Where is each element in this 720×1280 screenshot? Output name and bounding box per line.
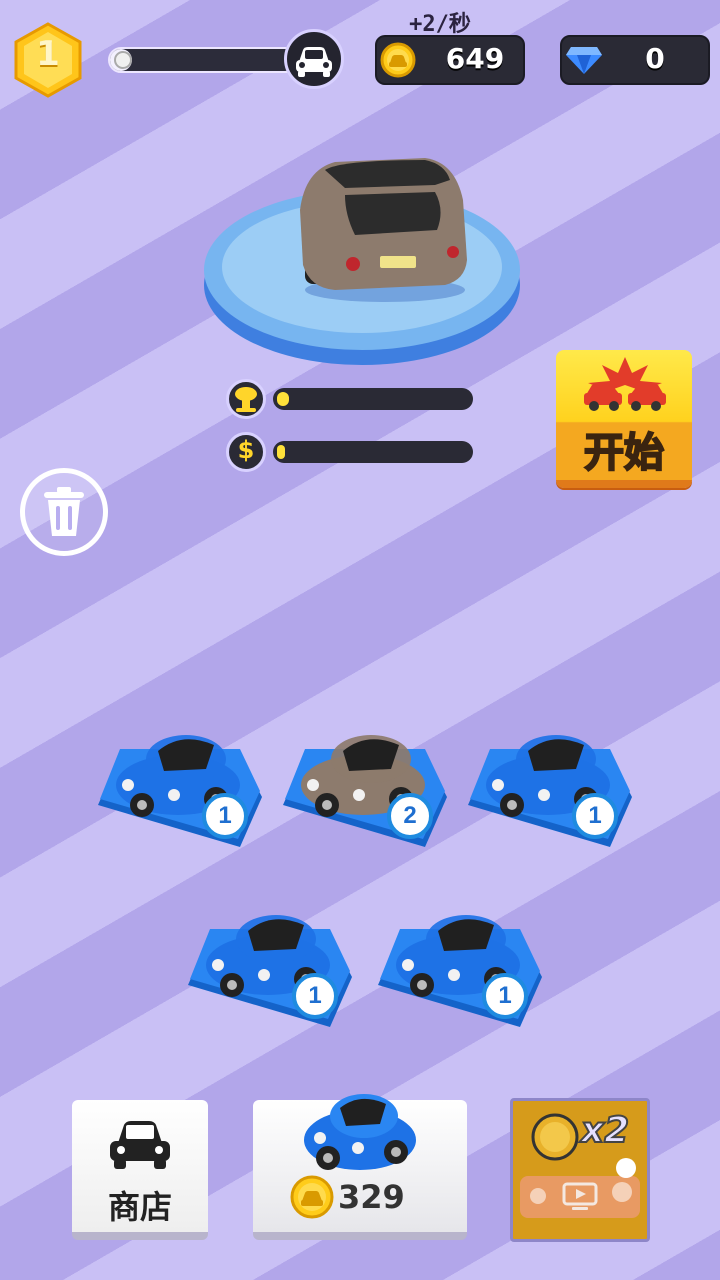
power-stat-icon: [226, 379, 266, 419]
coin-count: 649: [445, 42, 505, 75]
power-bar-fill: [277, 392, 289, 406]
shop-label: 商店: [107, 1188, 172, 1226]
car-level-badge: 1: [292, 973, 338, 1019]
coin-icon: [290, 1175, 334, 1219]
boost-label: x2: [580, 1109, 630, 1152]
video-ad-icon: [562, 1182, 598, 1210]
progress-coin-icon: [114, 51, 132, 69]
garage-slot[interactable]: [370, 895, 550, 1035]
garage-slot[interactable]: [180, 895, 360, 1035]
income-bar-fill: [277, 445, 285, 459]
sparkle-bubble: [616, 1158, 636, 1178]
car-level-badge: 1: [202, 793, 248, 839]
next-car-badge: [284, 29, 344, 89]
income-bar: [273, 441, 473, 463]
level-progress-bar: [108, 47, 298, 73]
income-rate-label: +2/秒: [409, 12, 471, 37]
car-level-badge: 1: [482, 973, 528, 1019]
coin-icon: [380, 42, 416, 78]
car-icon: [296, 47, 332, 77]
car-level-badge: 2: [387, 793, 433, 839]
car-crash-icon: [584, 357, 666, 411]
car-level-badge: 1: [572, 793, 618, 839]
garage-slot[interactable]: [460, 715, 640, 855]
power-bar: [273, 388, 473, 410]
coin-icon: [531, 1113, 579, 1161]
gem-count: 0: [645, 42, 665, 75]
trash-icon: [44, 487, 84, 536]
garage-slot[interactable]: [275, 715, 455, 855]
start-label: 开始: [583, 429, 665, 477]
diamond-icon: [566, 47, 602, 74]
shop-car-icon: [110, 1121, 170, 1169]
explosion-icon: [235, 387, 257, 412]
level-number: 1: [36, 34, 60, 74]
dollar-icon: $: [237, 436, 255, 464]
buy-car-preview: [304, 1094, 416, 1170]
sparkle-bubble: [530, 1188, 546, 1204]
buy-price: 329: [338, 1178, 405, 1216]
showcase-car: [300, 158, 467, 302]
garage-slot[interactable]: [90, 715, 270, 855]
sparkle-bubble: [612, 1182, 632, 1202]
